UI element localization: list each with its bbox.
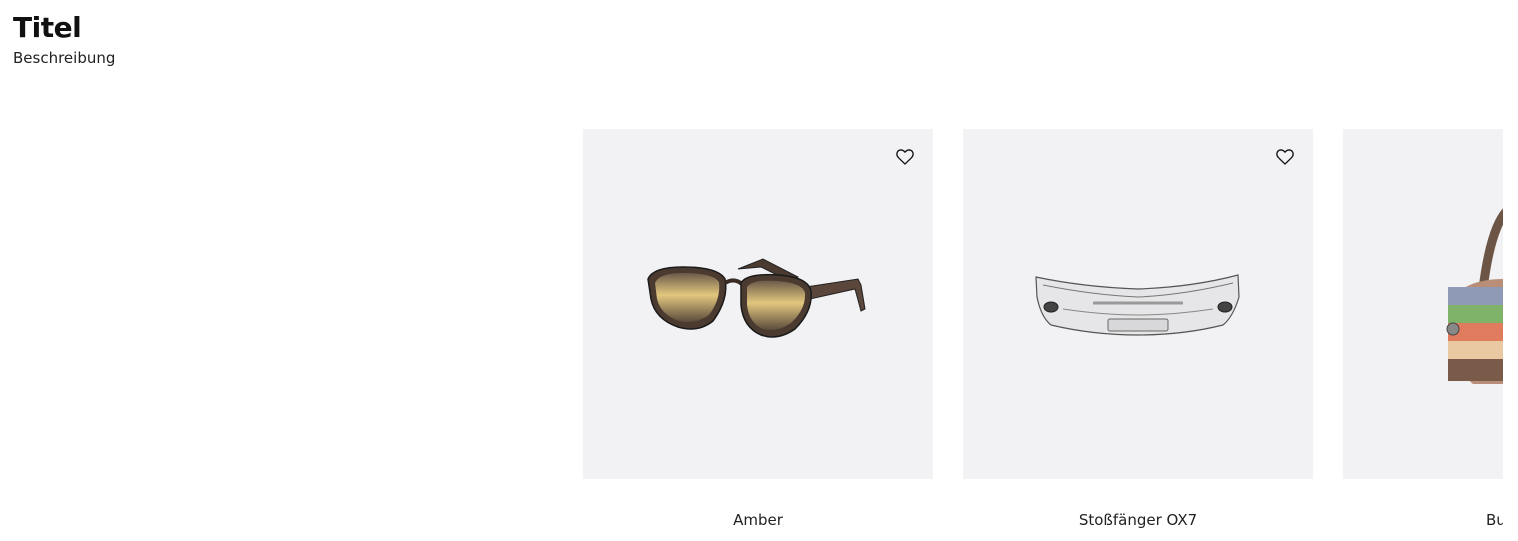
product-name[interactable]: Stoßfänger OX7 <box>963 510 1313 530</box>
product-name[interactable]: Amber <box>583 510 933 530</box>
heart-outline-icon[interactable] <box>895 147 915 167</box>
product-card[interactable]: Stoßfänger OX7 <box>963 129 1313 530</box>
car-bumper-image <box>1035 274 1240 336</box>
section-header: Titel Beschreibung <box>13 10 115 68</box>
striped-handbag-image <box>1446 208 1503 384</box>
product-card[interactable]: Bu <box>1343 129 1503 530</box>
product-track: Amber Stoßfänger OX7 Bu <box>583 129 1503 530</box>
product-image-container[interactable] <box>583 129 933 479</box>
product-carousel[interactable]: Amber Stoßfänger OX7 Bu <box>583 129 1503 541</box>
heart-outline-icon[interactable] <box>1275 147 1295 167</box>
product-image-container[interactable] <box>963 129 1313 479</box>
sunglasses-image <box>647 258 866 338</box>
product-image-container[interactable] <box>1343 129 1503 479</box>
product-card[interactable]: Amber <box>583 129 933 530</box>
section-title: Titel <box>13 11 82 44</box>
section-description: Beschreibung <box>13 49 116 67</box>
product-name[interactable]: Bu <box>1343 510 1503 530</box>
